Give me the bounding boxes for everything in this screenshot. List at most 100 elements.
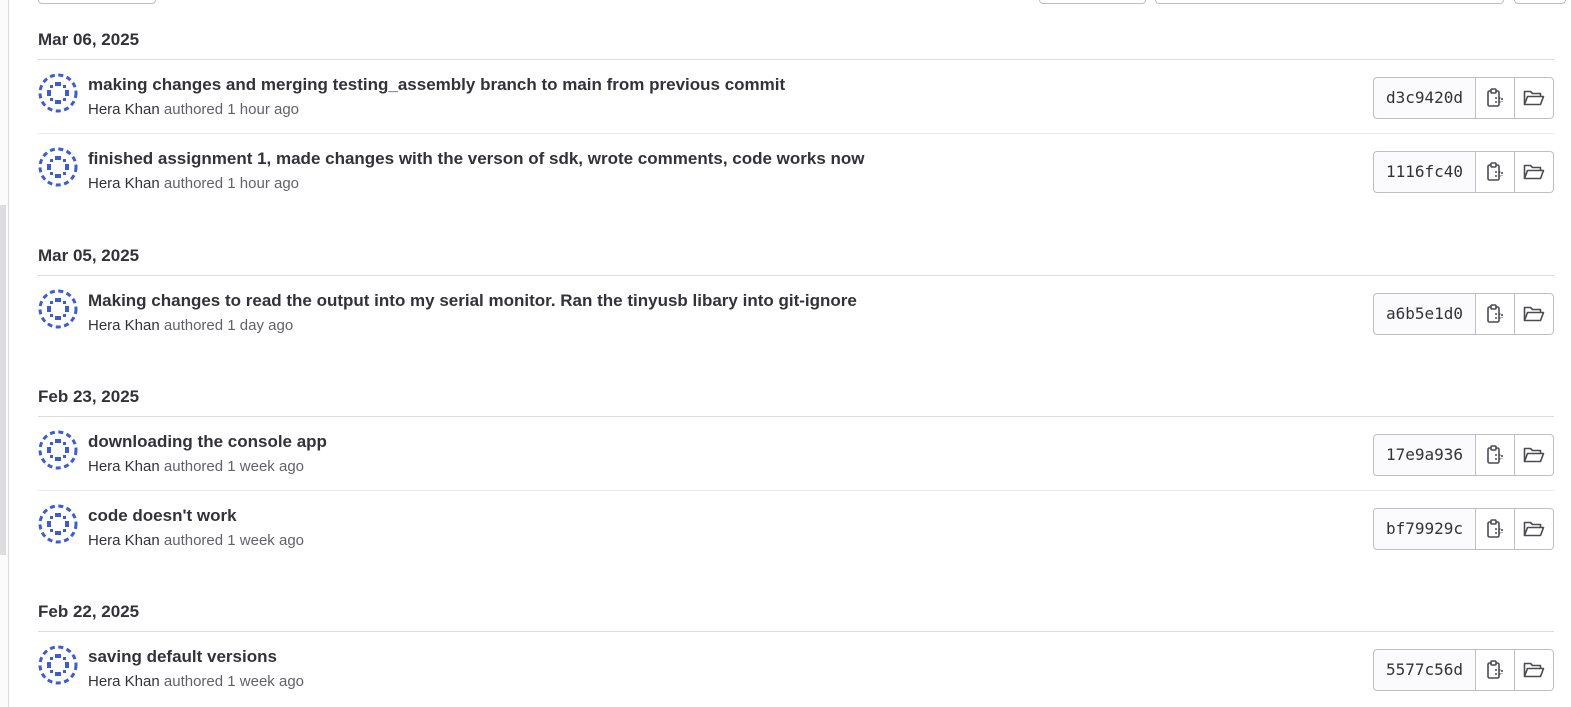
- clipboard-copy-icon: [1487, 162, 1503, 181]
- commit-time: 1 day ago: [227, 317, 294, 334]
- scrollbar-thumb[interactable]: [0, 205, 6, 555]
- clipboard-copy-icon: [1487, 519, 1503, 538]
- folder-open-icon: [1523, 306, 1545, 322]
- commit-meta: Hera Khan authored 1 day ago: [88, 317, 293, 334]
- commit-sha-button[interactable]: 17e9a936: [1372, 434, 1476, 476]
- authored-label: authored: [163, 317, 224, 334]
- copy-sha-button[interactable]: [1476, 293, 1515, 335]
- browse-files-button[interactable]: [1515, 649, 1554, 691]
- commit-meta: Hera Khan authored 1 hour ago: [88, 175, 299, 192]
- top-options-button[interactable]: [1514, 0, 1566, 4]
- avatar[interactable]: [38, 73, 78, 113]
- commit-row: Making changes to read the output into m…: [38, 276, 1554, 350]
- commit-title-link[interactable]: finished assignment 1, made changes with…: [88, 149, 865, 169]
- commit-time: 1 week ago: [227, 532, 305, 549]
- commit-time: 1 week ago: [227, 458, 305, 475]
- commit-actions: a6b5e1d0: [1372, 293, 1554, 335]
- commit-row: code doesn't work Hera Khan authored 1 w…: [38, 491, 1554, 565]
- user-avatar-icon: [38, 430, 78, 470]
- user-avatar-icon: [38, 645, 78, 685]
- day-header: Feb 22, 2025: [38, 592, 1554, 632]
- avatar[interactable]: [38, 289, 78, 329]
- commit-actions: 5577c56d: [1372, 649, 1554, 691]
- commit-title-link[interactable]: making changes and merging testing_assem…: [88, 75, 785, 95]
- browse-files-button[interactable]: [1515, 151, 1554, 193]
- folder-open-icon: [1523, 521, 1545, 537]
- commit-time: 1 hour ago: [227, 175, 300, 192]
- top-dropdown-button[interactable]: [38, 0, 156, 4]
- day-header: Mar 06, 2025: [38, 20, 1554, 60]
- avatar[interactable]: [38, 504, 78, 544]
- commit-author-link[interactable]: Hera Khan: [88, 101, 160, 118]
- clipboard-copy-icon: [1487, 88, 1503, 107]
- commit-actions: bf79929c: [1372, 508, 1554, 550]
- commit-sha-button[interactable]: 1116fc40: [1372, 151, 1476, 193]
- browse-files-button[interactable]: [1515, 434, 1554, 476]
- commit-row: downloading the console app Hera Khan au…: [38, 417, 1554, 491]
- commit-actions: 1116fc40: [1372, 151, 1554, 193]
- user-avatar-icon: [38, 504, 78, 544]
- clipboard-copy-icon: [1487, 445, 1503, 464]
- top-controls: [0, 0, 1571, 4]
- commit-meta: Hera Khan authored 1 week ago: [88, 673, 304, 690]
- user-avatar-icon: [38, 73, 78, 113]
- authored-label: authored: [163, 532, 224, 549]
- commit-actions: d3c9420d: [1372, 77, 1554, 119]
- browse-files-button[interactable]: [1515, 508, 1554, 550]
- commit-time: 1 week ago: [227, 673, 305, 690]
- browse-files-button[interactable]: [1515, 77, 1554, 119]
- avatar[interactable]: [38, 645, 78, 685]
- clipboard-copy-icon: [1487, 304, 1503, 323]
- commit-author-link[interactable]: Hera Khan: [88, 532, 160, 549]
- top-filter-button[interactable]: [1039, 0, 1146, 4]
- day-header: Mar 05, 2025: [38, 236, 1554, 276]
- commit-author-link[interactable]: Hera Khan: [88, 458, 160, 475]
- copy-sha-button[interactable]: [1476, 434, 1515, 476]
- folder-open-icon: [1523, 447, 1545, 463]
- commit-author-link[interactable]: Hera Khan: [88, 317, 160, 334]
- commit-row: saving default versions Hera Khan author…: [38, 632, 1554, 706]
- clipboard-copy-icon: [1487, 660, 1503, 679]
- commit-sha-button[interactable]: d3c9420d: [1372, 77, 1476, 119]
- copy-sha-button[interactable]: [1476, 508, 1515, 550]
- commit-sha-button[interactable]: a6b5e1d0: [1372, 293, 1476, 335]
- commit-row: making changes and merging testing_assem…: [38, 60, 1554, 134]
- folder-open-icon: [1523, 164, 1545, 180]
- avatar[interactable]: [38, 430, 78, 470]
- day-group: Feb 23, 2025 downloading the console app…: [38, 377, 1554, 565]
- commit-author-link[interactable]: Hera Khan: [88, 673, 160, 690]
- copy-sha-button[interactable]: [1476, 649, 1515, 691]
- commit-title-link[interactable]: Making changes to read the output into m…: [88, 291, 857, 311]
- user-avatar-icon: [38, 289, 78, 329]
- commits-page: Mar 06, 2025 making changes and merging …: [0, 0, 1571, 707]
- authored-label: authored: [163, 673, 224, 690]
- top-search-input[interactable]: [1155, 0, 1504, 4]
- day-group: Mar 05, 2025 Making changes to read the …: [38, 236, 1554, 350]
- commit-sha-button[interactable]: 5577c56d: [1372, 649, 1476, 691]
- left-panel-edge: [0, 0, 9, 707]
- commit-meta: Hera Khan authored 1 week ago: [88, 532, 304, 549]
- authored-label: authored: [163, 458, 224, 475]
- copy-sha-button[interactable]: [1476, 151, 1515, 193]
- user-avatar-icon: [38, 147, 78, 187]
- commit-sha-button[interactable]: bf79929c: [1372, 508, 1476, 550]
- authored-label: authored: [163, 175, 224, 192]
- commit-meta: Hera Khan authored 1 week ago: [88, 458, 304, 475]
- day-group: Mar 06, 2025 making changes and merging …: [38, 20, 1554, 208]
- avatar[interactable]: [38, 147, 78, 187]
- folder-open-icon: [1523, 90, 1545, 106]
- day-group: Feb 22, 2025 saving default versions Her…: [38, 592, 1554, 706]
- authored-label: authored: [163, 101, 224, 118]
- commit-row: finished assignment 1, made changes with…: [38, 134, 1554, 208]
- copy-sha-button[interactable]: [1476, 77, 1515, 119]
- day-header: Feb 23, 2025: [38, 377, 1554, 417]
- commit-title-link[interactable]: saving default versions: [88, 647, 277, 667]
- commit-meta: Hera Khan authored 1 hour ago: [88, 101, 299, 118]
- commit-time: 1 hour ago: [227, 101, 300, 118]
- folder-open-icon: [1523, 662, 1545, 678]
- commit-actions: 17e9a936: [1372, 434, 1554, 476]
- commit-title-link[interactable]: code doesn't work: [88, 506, 237, 526]
- browse-files-button[interactable]: [1515, 293, 1554, 335]
- commit-author-link[interactable]: Hera Khan: [88, 175, 160, 192]
- commit-title-link[interactable]: downloading the console app: [88, 432, 327, 452]
